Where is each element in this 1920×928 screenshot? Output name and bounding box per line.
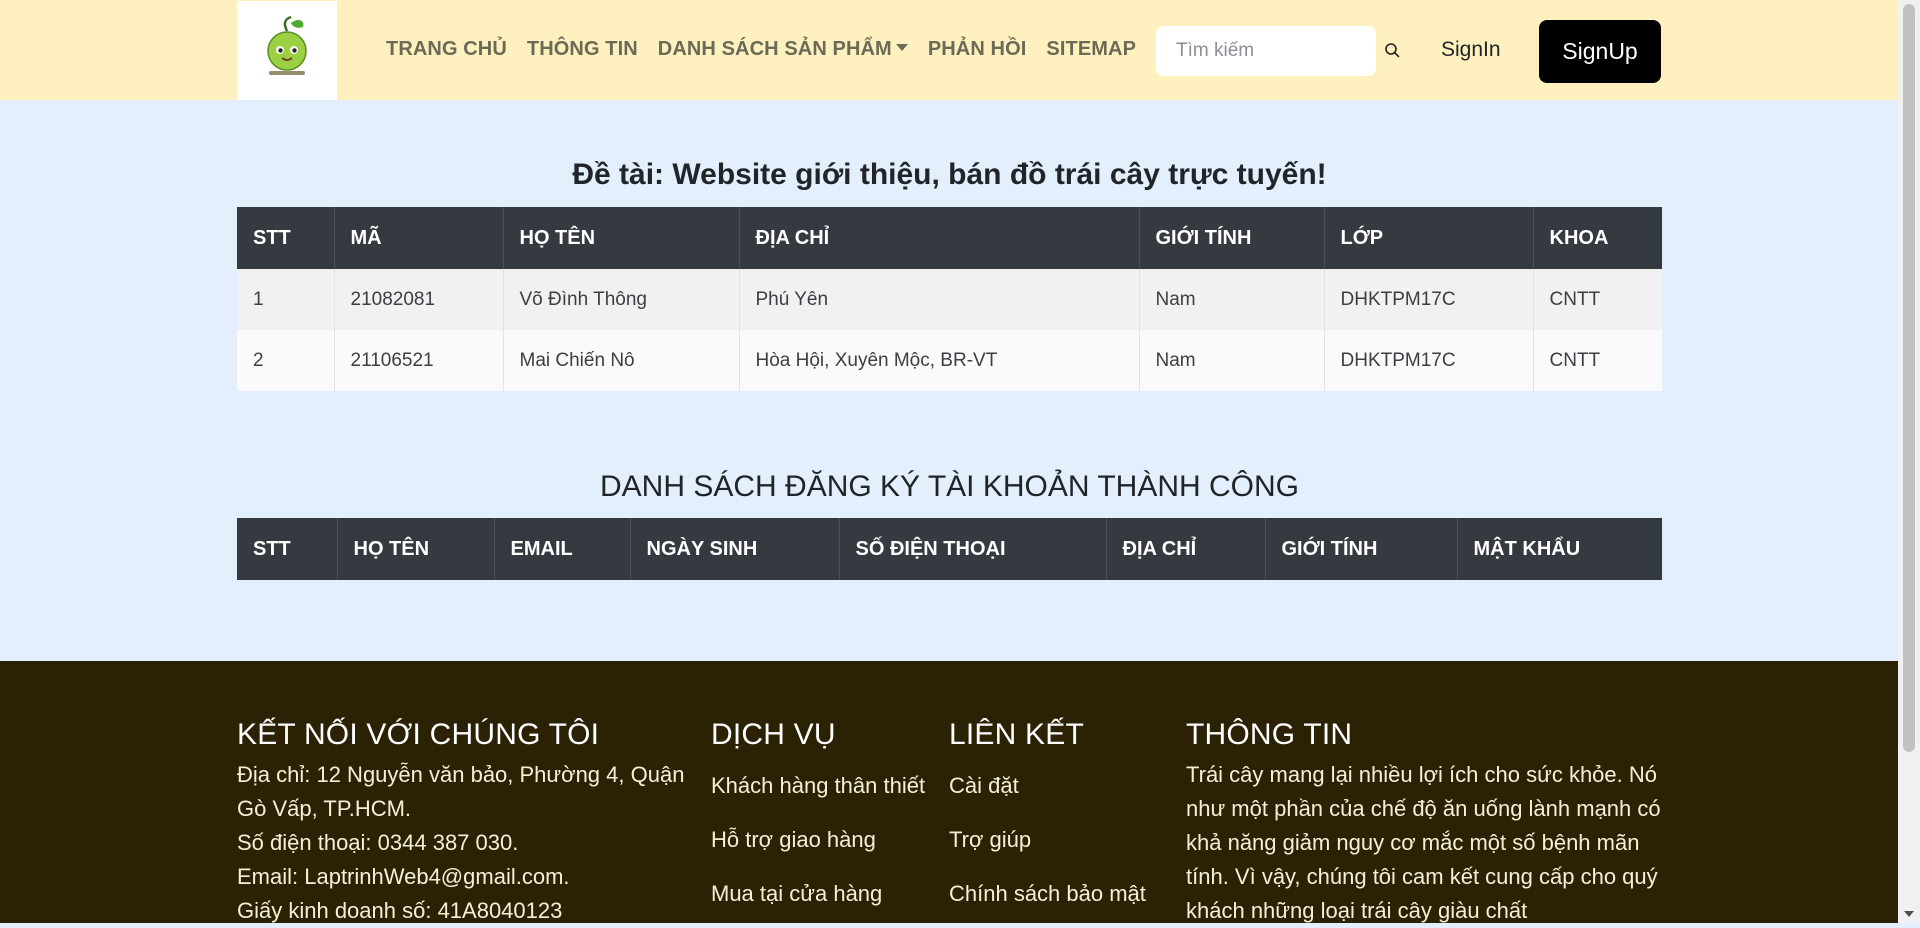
table-cell: CNTT xyxy=(1533,269,1662,330)
table-cell: Nam xyxy=(1139,330,1325,391)
signin-link[interactable]: SignIn xyxy=(1441,38,1501,62)
nav-home[interactable]: TRANG CHỦ xyxy=(386,38,507,61)
table-header-row: STT MÃ HỌ TÊN ĐỊA CHỈ GIỚI TÍNH LỚP KHOA xyxy=(237,207,1662,269)
nav-products-dropdown[interactable]: DANH SÁCH SẢN PHẨM xyxy=(658,38,908,61)
fruit-logo-icon xyxy=(267,15,307,75)
footer-address: Địa chỉ: 12 Nguyễn văn bảo, Phường 4, Qu… xyxy=(237,762,685,821)
footer-link-buy-in-store[interactable]: Mua tại cửa hàng xyxy=(711,874,931,914)
column-header: LỚP xyxy=(1324,207,1534,269)
column-header: MẬT KHẨU xyxy=(1457,518,1662,580)
table-cell: Hòa Hội, Xuyên Mộc, BR-VT xyxy=(739,330,1140,391)
footer-links: LIÊN KẾT Cài đặt Trợ giúp Chính sách bảo… xyxy=(949,718,1169,914)
footer-connect: KẾT NỐI VỚI CHÚNG TÔI Địa chỉ: 12 Nguyễn… xyxy=(237,718,687,928)
table-cell: 2 xyxy=(237,330,335,391)
column-header: EMAIL xyxy=(494,518,631,580)
table-cell: Mai Chiến Nô xyxy=(503,330,740,391)
column-header: SỐ ĐIỆN THOẠI xyxy=(839,518,1107,580)
footer-info-text: Trái cây mang lại nhiều lợi ích cho sức … xyxy=(1186,762,1661,923)
column-header: ĐỊA CHỈ xyxy=(739,207,1140,269)
accounts-table: STT HỌ TÊN EMAIL NGÀY SINH SỐ ĐIỆN THOẠI… xyxy=(237,518,1662,580)
footer-services: DỊCH VỤ Khách hàng thân thiết Hỗ trợ gia… xyxy=(711,718,931,914)
page-scrollbar[interactable] xyxy=(1898,0,1920,923)
column-header: ĐỊA CHỈ xyxy=(1106,518,1266,580)
column-header: STT xyxy=(237,518,338,580)
main-nav: TRANG CHỦ THÔNG TIN DANH SÁCH SẢN PHẨM P… xyxy=(386,38,1156,61)
table-cell: 21082081 xyxy=(334,269,504,330)
table-row: 1 21082081 Võ Đình Thông Phú Yên Nam DHK… xyxy=(237,269,1662,330)
footer-heading: LIÊN KẾT xyxy=(949,718,1084,751)
column-header: GIỚI TÍNH xyxy=(1265,518,1458,580)
footer-link-settings[interactable]: Cài đặt xyxy=(949,766,1169,806)
table-row: 2 21106521 Mai Chiến Nô Hòa Hội, Xuyên M… xyxy=(237,330,1662,391)
signup-button[interactable]: SignUp xyxy=(1539,20,1661,83)
table-cell: Võ Đình Thông xyxy=(503,269,740,330)
project-title: Đề tài: Website giới thiệu, bán đồ trái … xyxy=(572,158,1327,191)
accounts-title: DANH SÁCH ĐĂNG KÝ TÀI KHOẢN THÀNH CÔNG xyxy=(600,470,1299,503)
footer-heading: THÔNG TIN xyxy=(1186,718,1353,751)
column-header: GIỚI TÍNH xyxy=(1139,207,1325,269)
scroll-down-arrow-icon[interactable] xyxy=(1904,911,1914,917)
footer: KẾT NỐI VỚI CHÚNG TÔI Địa chỉ: 12 Nguyễn… xyxy=(0,661,1898,923)
nav-info[interactable]: THÔNG TIN xyxy=(527,38,638,61)
table-cell: CNTT xyxy=(1533,330,1662,391)
table-cell: Nam xyxy=(1139,269,1325,330)
footer-link-help[interactable]: Trợ giúp xyxy=(949,820,1169,860)
logo[interactable] xyxy=(237,1,337,100)
scrollbar-thumb[interactable] xyxy=(1903,4,1915,752)
footer-link-loyal-customers[interactable]: Khách hàng thân thiết xyxy=(711,766,931,806)
column-header: NGÀY SINH xyxy=(630,518,840,580)
footer-link-privacy[interactable]: Chính sách bảo mật xyxy=(949,874,1169,914)
nav-sitemap[interactable]: SITEMAP xyxy=(1046,38,1136,61)
footer-heading: KẾT NỐI VỚI CHÚNG TÔI xyxy=(237,718,600,751)
nav-feedback[interactable]: PHẢN HỒI xyxy=(928,38,1027,61)
top-navbar: TRANG CHỦ THÔNG TIN DANH SÁCH SẢN PHẨM P… xyxy=(0,0,1898,100)
search-icon[interactable] xyxy=(1383,41,1403,61)
column-header: KHOA xyxy=(1533,207,1662,269)
column-header: HỌ TÊN xyxy=(337,518,495,580)
nav-products-label: DANH SÁCH SẢN PHẨM xyxy=(657,38,892,60)
footer-heading: DỊCH VỤ xyxy=(711,718,836,751)
table-cell: DHKTPM17C xyxy=(1324,269,1534,330)
footer-info: THÔNG TIN Trái cây mang lại nhiều lợi íc… xyxy=(1186,718,1664,928)
column-header: MÃ xyxy=(334,207,504,269)
chevron-down-icon xyxy=(895,44,908,51)
footer-email: Email: LaptrinhWeb4@gmail.com. xyxy=(237,864,570,889)
column-header: STT xyxy=(237,207,335,269)
students-table: STT MÃ HỌ TÊN ĐỊA CHỈ GIỚI TÍNH LỚP KHOA… xyxy=(237,207,1662,391)
table-cell: Phú Yên xyxy=(739,269,1140,330)
table-header-row: STT HỌ TÊN EMAIL NGÀY SINH SỐ ĐIỆN THOẠI… xyxy=(237,518,1662,580)
table-cell: 21106521 xyxy=(334,330,504,391)
search-input[interactable] xyxy=(1156,26,1376,76)
table-cell: DHKTPM17C xyxy=(1324,330,1534,391)
column-header: HỌ TÊN xyxy=(503,207,740,269)
footer-link-delivery-support[interactable]: Hỗ trợ giao hàng xyxy=(711,820,931,860)
table-cell: 1 xyxy=(237,269,335,330)
footer-phone: Số điện thoại: 0344 387 030. xyxy=(237,830,519,855)
